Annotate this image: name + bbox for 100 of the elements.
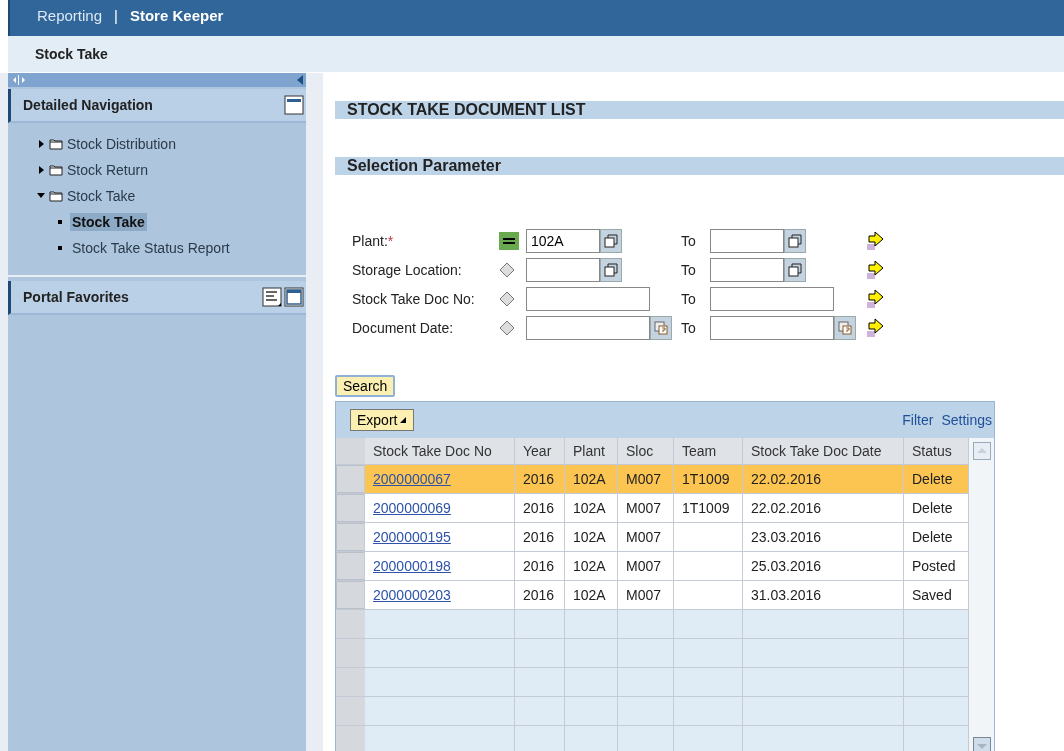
value-help-button[interactable] — [784, 228, 806, 253]
table-row[interactable]: 2000000198 2016 102A M007 25.03.2016 Posted — [336, 552, 969, 581]
top-tab[interactable]: Reporting — [37, 7, 103, 24]
scroll-down-icon[interactable] — [972, 737, 991, 751]
list-icon[interactable] — [262, 287, 282, 307]
input-field[interactable]: 102A — [526, 228, 600, 253]
arrow-icon[interactable] — [865, 288, 885, 309]
panel-title: Detailed Navigation — [23, 97, 153, 113]
column-header[interactable]: Stock Take Doc No — [365, 438, 515, 464]
folder-icon — [49, 190, 63, 202]
column-header[interactable]: Year — [515, 438, 565, 464]
column-header[interactable]: Plant — [565, 438, 618, 464]
field-label: Storage Location: — [352, 261, 463, 278]
table-cell: 2016 — [523, 500, 555, 516]
table-row[interactable]: 2000000195 2016 102A M007 23.03.2016 Delete — [336, 523, 969, 552]
input-field[interactable] — [710, 257, 784, 282]
table-cell: 2016 — [523, 558, 555, 574]
table-cell: 102A — [573, 587, 606, 603]
document-link[interactable]: 2000000203 — [373, 587, 451, 603]
table-cell: 23.03.2016 — [751, 529, 822, 545]
table-cell: 102A — [573, 558, 606, 574]
select-all-cell[interactable] — [336, 438, 365, 464]
separator: | — [114, 7, 118, 24]
input-field[interactable] — [526, 286, 650, 311]
value-help-button[interactable] — [600, 257, 622, 282]
document-link[interactable]: 2000000198 — [373, 558, 451, 574]
diamond-icon[interactable] — [499, 319, 515, 336]
arrow-icon[interactable] — [865, 230, 885, 251]
document-link[interactable]: 2000000069 — [373, 500, 451, 516]
diamond-icon[interactable] — [499, 261, 515, 278]
table-cell: Saved — [912, 587, 952, 603]
navigation-folder[interactable]: Stock Return — [67, 162, 148, 178]
copy-icon — [788, 262, 802, 277]
table-cell: 31.03.2016 — [751, 587, 822, 603]
field-label: Plant:* — [352, 232, 395, 249]
section-title: Selection Parameter — [347, 157, 501, 175]
input-field[interactable] — [526, 315, 650, 340]
document-link[interactable]: 2000000067 — [373, 471, 451, 487]
table-cell: Delete — [912, 471, 953, 487]
value-help-button[interactable] — [600, 228, 622, 253]
table-row[interactable]: 2000000067 2016 102A M007 1T1009 22.02.2016 Delete — [336, 465, 969, 494]
input-field[interactable] — [526, 257, 600, 282]
scroll-up-icon[interactable] — [972, 442, 991, 460]
column-header[interactable]: Sloc — [618, 438, 674, 464]
table-cell: 22.02.2016 — [751, 500, 822, 516]
value-help-button[interactable] — [784, 257, 806, 282]
table-cell: Delete — [912, 529, 953, 545]
minimize-icon[interactable] — [284, 95, 304, 115]
navigation-folder[interactable]: Stock Distribution — [67, 136, 176, 152]
top-tab[interactable]: Store Keeper — [129, 7, 224, 24]
table-cell: 2016 — [523, 471, 555, 487]
input-field[interactable] — [710, 228, 784, 253]
table-cell: M007 — [626, 471, 662, 487]
table-cell: 25.03.2016 — [751, 558, 822, 574]
copy-icon — [788, 233, 802, 248]
table-cell: M007 — [626, 500, 662, 516]
folder-icon — [49, 164, 63, 176]
navigation-link[interactable]: Stock Take Status Report — [70, 239, 232, 257]
table-cell: Posted — [912, 558, 956, 574]
collapsed-icon[interactable] — [37, 165, 45, 175]
table-link[interactable]: Filter — [902, 412, 934, 428]
collapse-icon[interactable] — [296, 74, 304, 86]
table-cell: 1T1009 — [682, 500, 730, 516]
column-header[interactable]: Team — [674, 438, 743, 464]
arrow-icon[interactable] — [865, 259, 885, 280]
table-cell: 2016 — [523, 587, 555, 603]
navigation-folder[interactable]: Stock Take — [67, 188, 136, 204]
to-label: To — [681, 232, 697, 249]
equals-icon[interactable] — [499, 231, 519, 250]
vertical-scrollbar[interactable] — [969, 438, 994, 751]
field-label: Stock Take Doc No: — [352, 290, 476, 307]
table-cell: 1T1009 — [682, 471, 730, 487]
calendar-button[interactable] — [834, 315, 856, 340]
column-header[interactable]: Stock Take Doc Date — [743, 438, 904, 464]
table-link[interactable]: Settings — [941, 412, 992, 428]
export-button[interactable]: Export — [350, 409, 415, 431]
arrow-icon[interactable] — [865, 317, 885, 338]
input-field[interactable] — [710, 315, 834, 340]
section-title: STOCK TAKE DOCUMENT LIST — [347, 101, 586, 119]
table-cell: 2016 — [523, 529, 555, 545]
table-cell: 102A — [573, 500, 606, 516]
calendar-icon — [838, 320, 852, 335]
calendar-button[interactable] — [650, 315, 672, 340]
search-button[interactable]: Search — [335, 375, 396, 397]
to-label: To — [681, 319, 697, 336]
navigation-link[interactable]: Stock Take — [70, 213, 147, 231]
table-cell: 102A — [573, 471, 606, 487]
calendar-icon — [654, 320, 668, 335]
folder-icon — [49, 138, 63, 150]
table-row[interactable]: 2000000069 2016 102A M007 1T1009 22.02.2016 Delete — [336, 494, 969, 523]
table-cell: Delete — [912, 500, 953, 516]
caret-icon — [399, 416, 408, 424]
input-field[interactable] — [710, 286, 834, 311]
table-cell: M007 — [626, 529, 662, 545]
bullet-icon — [58, 220, 62, 224]
maximize-icon[interactable] — [284, 287, 304, 307]
collapsed-icon[interactable] — [37, 139, 45, 149]
bullet-icon — [58, 246, 62, 250]
document-link[interactable]: 2000000195 — [373, 529, 451, 545]
diamond-icon[interactable] — [499, 290, 515, 307]
